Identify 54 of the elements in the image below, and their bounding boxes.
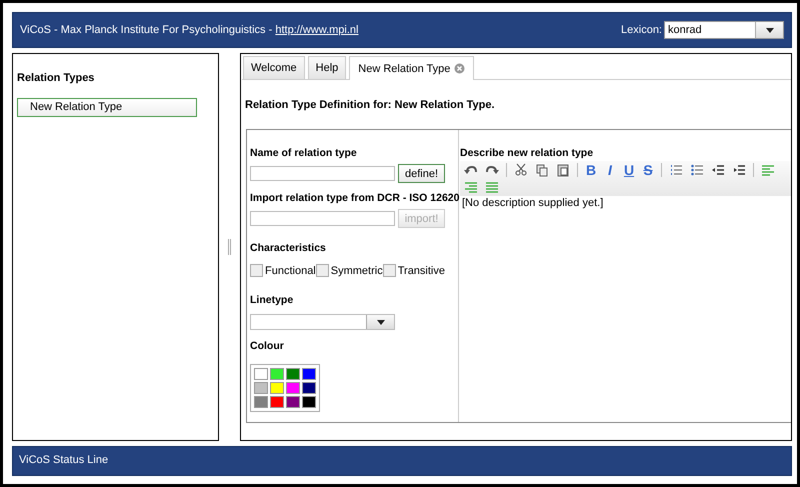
colour-swatch[interactable]: [286, 382, 300, 394]
strikethrough-button[interactable]: S: [642, 163, 654, 177]
page-heading: Relation Type Definition for: New Relation Type.: [245, 99, 496, 113]
indent-icon[interactable]: [732, 163, 746, 177]
input-field[interactable]: [250, 211, 395, 226]
bullet-list-icon[interactable]: [690, 163, 704, 177]
input-field[interactable]: [250, 166, 395, 181]
splitter-handle[interactable]: [228, 239, 231, 255]
field-label: Describe new relation type: [460, 147, 594, 159]
tab[interactable]: New Relation Type: [349, 56, 474, 80]
colour-swatch[interactable]: [254, 382, 268, 394]
relation-type-item[interactable]: New Relation Type: [17, 98, 197, 117]
field-label: Linetype: [250, 294, 294, 306]
bold-button[interactable]: B: [585, 163, 597, 177]
colour-swatch[interactable]: [302, 396, 316, 408]
cut-icon[interactable]: [514, 163, 528, 177]
checkbox-label: Transitive: [398, 264, 445, 276]
paste-icon[interactable]: [556, 163, 570, 177]
align-left-icon[interactable]: [761, 163, 775, 177]
copy-icon[interactable]: [535, 163, 549, 177]
colour-swatch[interactable]: [302, 382, 316, 394]
lexicon-label: Lexicon:: [621, 24, 662, 36]
field-label: Characteristics: [250, 242, 327, 254]
app-title: ViCoS - Max Planck Institute For Psycholinguistics -: [20, 24, 272, 36]
colour-swatch[interactable]: [254, 368, 268, 380]
outdent-icon[interactable]: [711, 163, 725, 177]
checkbox[interactable]: [382, 264, 396, 277]
checkbox[interactable]: [316, 264, 329, 277]
colour-swatch[interactable]: [286, 396, 300, 408]
field-label: Colour: [250, 340, 285, 352]
website-link[interactable]: http://www.mpi.nl: [275, 24, 358, 36]
dropdown-arrow-icon[interactable]: [766, 28, 774, 32]
colour-swatch[interactable]: [270, 368, 284, 380]
checkbox-label: Symmetric: [330, 264, 383, 276]
italic-button[interactable]: I: [604, 163, 616, 177]
tab[interactable]: Help: [308, 56, 346, 79]
colour-swatch[interactable]: [254, 396, 268, 408]
description-text[interactable]: [No description supplied yet.]: [460, 196, 791, 210]
colour-swatch[interactable]: [302, 368, 316, 380]
underline-button[interactable]: U: [623, 163, 635, 177]
lexicon-select[interactable]: konrad: [664, 21, 784, 39]
tab[interactable]: Welcome: [243, 56, 305, 79]
status-bar: ViCoS Status Line: [12, 446, 792, 476]
colour-swatch[interactable]: [286, 368, 300, 380]
colour-swatch[interactable]: [270, 382, 284, 394]
panel-title: Relation Types: [17, 72, 96, 84]
field-label: Name of relation type: [250, 147, 358, 159]
checkbox-label: Functional: [265, 264, 316, 276]
checkbox[interactable]: [250, 264, 263, 277]
define-button[interactable]: define!: [398, 164, 445, 183]
numbered-list-icon[interactable]: [669, 163, 683, 177]
colour-swatch[interactable]: [270, 396, 284, 408]
dropdown-arrow-icon[interactable]: [376, 320, 384, 324]
close-icon[interactable]: [454, 63, 466, 74]
